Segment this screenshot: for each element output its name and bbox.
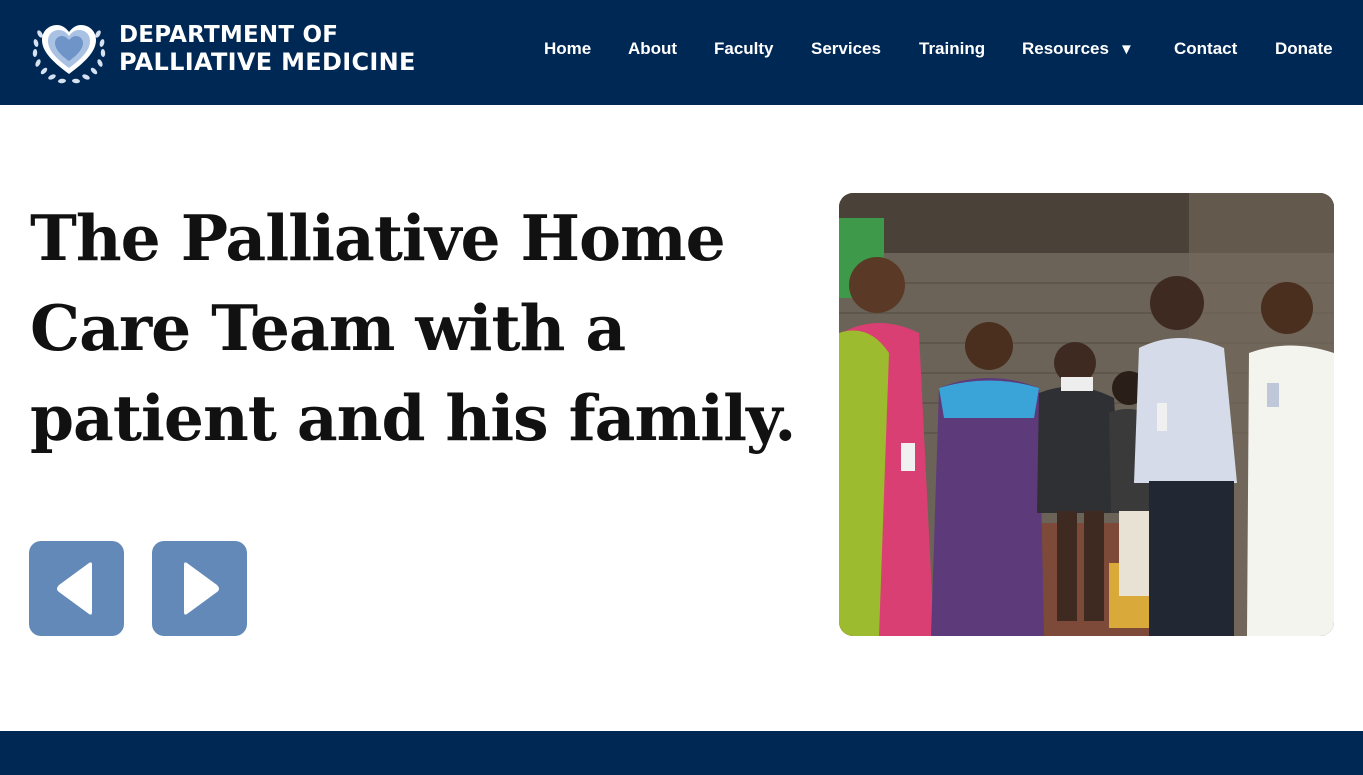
- slide-caption: The Palliative Home Care Team with a pat…: [30, 201, 796, 455]
- nav-item-home[interactable]: Home: [544, 37, 591, 61]
- nav-item-services[interactable]: Services: [811, 37, 881, 61]
- brand-line-1: DEPARTMENT OF: [119, 22, 339, 48]
- brand-title[interactable]: DEPARTMENT OF PALLIATIVE MEDICINE: [119, 22, 416, 76]
- triangle-right-icon: [184, 562, 219, 615]
- nav-item-about[interactable]: About: [628, 37, 677, 61]
- nav-item-faculty[interactable]: Faculty: [714, 37, 774, 61]
- nav-item-resources[interactable]: Resources ▼: [1022, 37, 1134, 62]
- nav-item-resources-label: Resources: [1022, 39, 1109, 58]
- triangle-left-icon: [57, 562, 92, 615]
- brand-line-2: PALLIATIVE MEDICINE: [119, 48, 416, 76]
- nav-item-training[interactable]: Training: [919, 37, 985, 61]
- nav-item-contact[interactable]: Contact: [1174, 37, 1237, 61]
- site-header: DEPARTMENT OF PALLIATIVE MEDICINE Home A…: [0, 0, 1363, 105]
- nav-item-donate[interactable]: Donate: [1275, 37, 1333, 61]
- slide-photo: [839, 193, 1334, 636]
- next-slide-button[interactable]: [152, 541, 247, 636]
- heart-laurel-icon[interactable]: [30, 12, 108, 86]
- footer-band: [0, 731, 1363, 775]
- prev-slide-button[interactable]: [29, 541, 124, 636]
- chevron-down-icon: ▼: [1118, 41, 1134, 58]
- care-team-photo-image: [839, 193, 1334, 636]
